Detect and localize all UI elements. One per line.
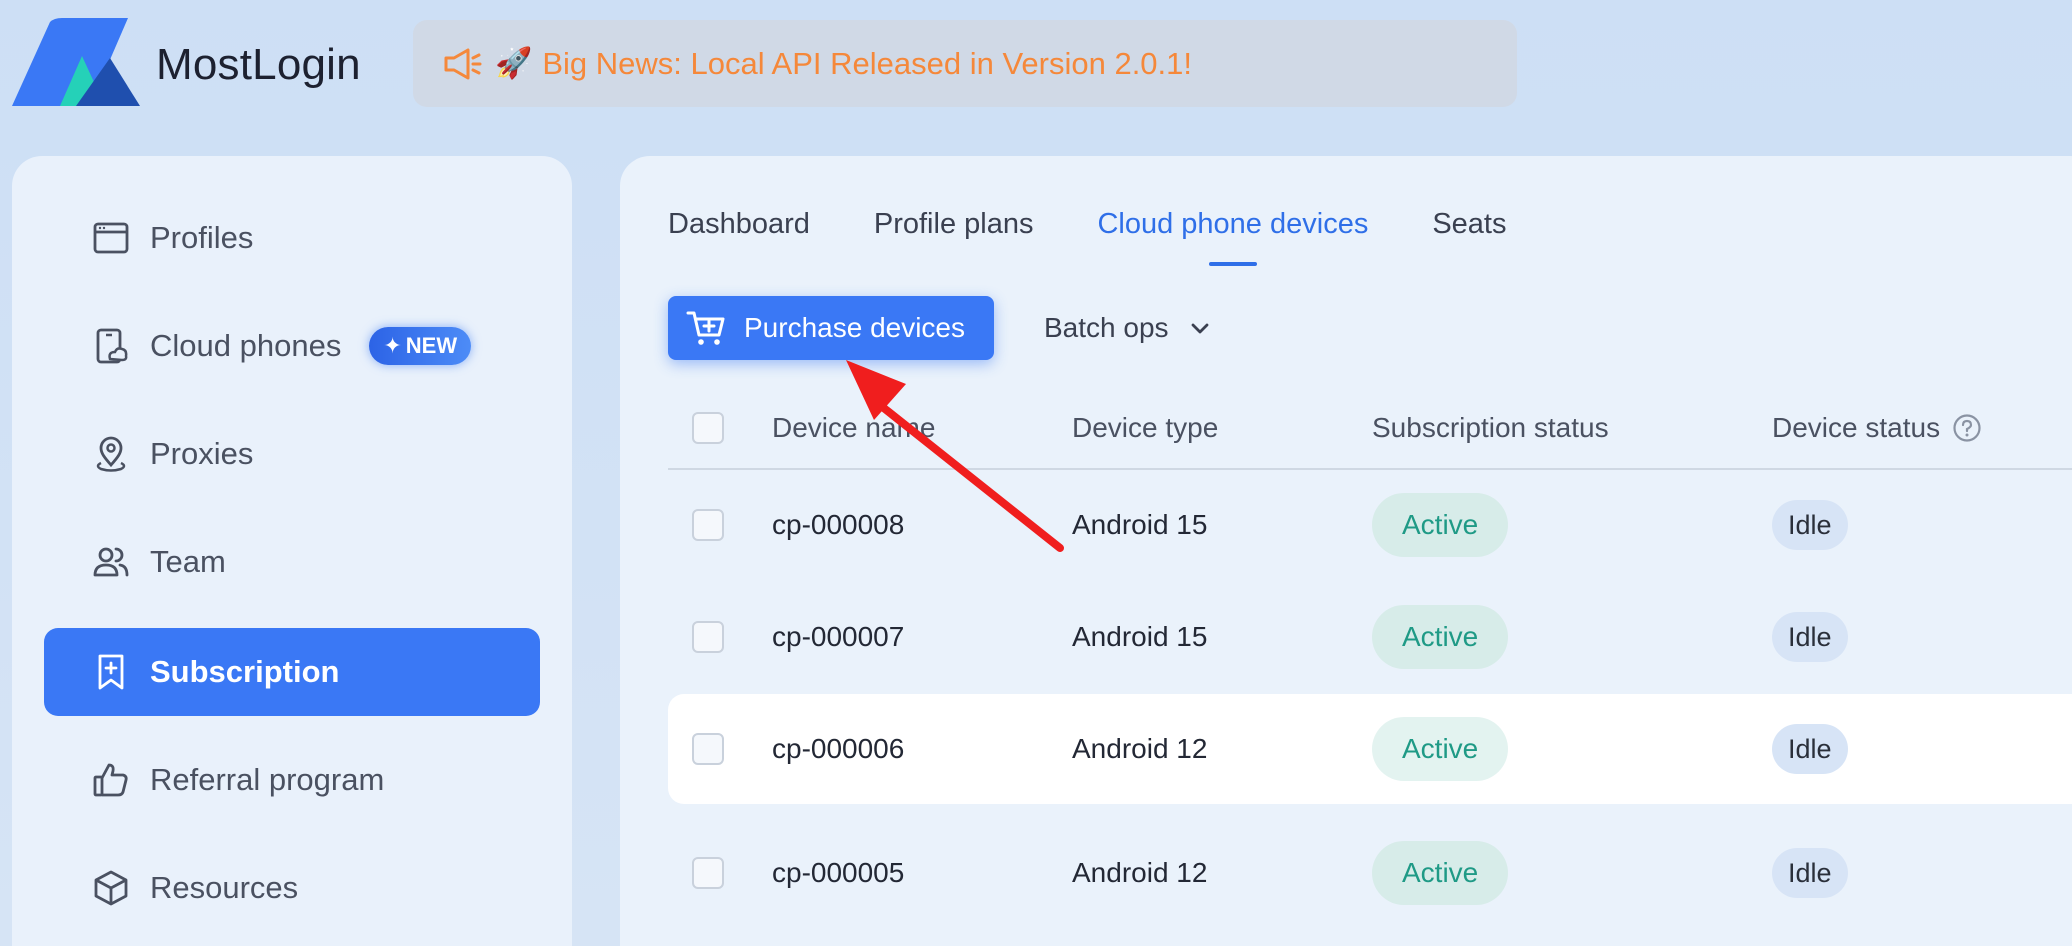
sidebar-item-resources[interactable]: Resources	[44, 844, 540, 932]
table-row[interactable]: cp-000006 Android 12 Active Idle	[668, 694, 2072, 804]
announcement-banner[interactable]: 🚀 Big News: Local API Released in Versio…	[413, 20, 1517, 107]
subscription-status-cell: Active	[1372, 818, 1509, 928]
row-select-cell	[692, 818, 724, 928]
sidebar-item-label: Profiles	[150, 220, 254, 255]
device-status-badge: Idle	[1772, 724, 1848, 774]
sidebar-item-label: Resources	[150, 870, 299, 905]
batch-ops-label: Batch ops	[1044, 312, 1169, 343]
device-status-cell: Idle	[1772, 470, 1848, 580]
status-badge: Active	[1372, 605, 1509, 669]
tab-bar: Dashboard Profile plans Cloud phone devi…	[668, 208, 1571, 258]
header-device-name[interactable]: Device name	[772, 388, 935, 468]
row-select-cell	[692, 582, 724, 692]
device-type-cell: Android 15	[1072, 509, 1208, 540]
main-panel: Dashboard Profile plans Cloud phone devi…	[620, 156, 2072, 946]
new-badge: ✦ NEW	[369, 327, 472, 365]
device-name-cell: cp-000005	[772, 857, 905, 888]
sidebar: Profiles Cloud phones ✦ NEW Proxies Team…	[12, 156, 572, 946]
mostlogin-logo-icon	[12, 18, 140, 106]
chevron-down-icon	[1191, 323, 1208, 334]
device-status-badge: Idle	[1772, 612, 1848, 662]
sidebar-item-subscription[interactable]: Subscription	[44, 628, 540, 716]
table-row[interactable]: cp-000007 Android 15 Active Idle	[668, 582, 2072, 692]
device-status-cell: Idle	[1772, 694, 1848, 804]
location-pin-icon	[96, 436, 126, 472]
table-row[interactable]: cp-000008 Android 15 Active Idle	[668, 470, 2072, 580]
sidebar-item-referral-program[interactable]: Referral program	[44, 736, 540, 824]
row-checkbox[interactable]	[692, 733, 724, 765]
row-checkbox[interactable]	[692, 509, 724, 541]
help-icon[interactable]	[1952, 413, 1982, 443]
status-badge: Active	[1372, 841, 1509, 905]
browser-window-icon	[93, 222, 129, 254]
device-status-badge: Idle	[1772, 500, 1848, 550]
header-subscription-status[interactable]: Subscription status	[1372, 388, 1609, 468]
sidebar-item-proxies[interactable]: Proxies	[44, 410, 540, 498]
tab-profile-plans[interactable]: Profile plans	[874, 208, 1034, 258]
cloud-phone-icon	[96, 328, 128, 364]
purchase-devices-label: Purchase devices	[744, 312, 966, 343]
subscription-status-cell: Active	[1372, 582, 1509, 692]
header-device-type[interactable]: Device type	[1072, 388, 1218, 468]
sidebar-item-label: Referral program	[150, 762, 385, 797]
status-badge: Active	[1372, 493, 1509, 557]
sidebar-item-team[interactable]: Team	[44, 518, 540, 606]
sidebar-item-cloud-phones[interactable]: Cloud phones ✦ NEW	[44, 302, 540, 390]
cart-plus-icon	[686, 311, 725, 345]
sidebar-item-label: Team	[150, 544, 226, 579]
sidebar-item-label: Proxies	[150, 436, 254, 471]
purchase-devices-button[interactable]: Purchase devices	[668, 296, 994, 360]
select-all-cell	[692, 388, 724, 468]
row-select-cell	[692, 470, 724, 580]
tab-seats[interactable]: Seats	[1432, 208, 1506, 258]
subscription-status-cell: Active	[1372, 470, 1509, 580]
bookmark-plus-icon	[98, 654, 124, 690]
table-row[interactable]: cp-000005 Android 12 Active Idle	[668, 818, 2072, 928]
select-all-checkbox[interactable]	[692, 412, 724, 444]
device-type-cell: Android 12	[1072, 733, 1208, 764]
row-checkbox[interactable]	[692, 621, 724, 653]
sidebar-item-label: Cloud phones	[150, 328, 342, 363]
thumbs-up-icon	[93, 763, 128, 797]
device-status-badge: Idle	[1772, 848, 1848, 898]
tab-dashboard[interactable]: Dashboard	[668, 208, 810, 258]
brand-name: MostLogin	[156, 40, 361, 89]
device-name-cell: cp-000007	[772, 621, 905, 652]
row-checkbox[interactable]	[692, 857, 724, 889]
banner-text: Big News: Local API Released in Version …	[542, 45, 1193, 81]
row-select-cell	[692, 694, 724, 804]
cube-icon	[94, 870, 128, 906]
sidebar-item-label: Subscription	[150, 654, 340, 689]
sidebar-item-profiles[interactable]: Profiles	[44, 194, 540, 282]
team-icon	[93, 547, 129, 577]
tab-cloud-phone-devices[interactable]: Cloud phone devices	[1097, 208, 1368, 258]
device-status-cell: Idle	[1772, 818, 1848, 928]
device-name-cell: cp-000008	[772, 509, 905, 540]
table-header: Device name Device type Subscription sta…	[668, 388, 2072, 470]
device-name-cell: cp-000006	[772, 733, 905, 764]
megaphone-icon	[444, 48, 482, 79]
rocket-icon: 🚀	[495, 47, 533, 80]
device-status-cell: Idle	[1772, 582, 1848, 692]
device-type-cell: Android 15	[1072, 621, 1208, 652]
sparkle-icon: ✦	[383, 333, 402, 358]
header-device-status-label: Device status	[1772, 412, 1941, 443]
device-type-cell: Android 12	[1072, 857, 1208, 888]
status-badge: Active	[1372, 717, 1509, 781]
app-root: MostLogin 🚀 Big News: Local API Released…	[0, 0, 2072, 946]
subscription-status-cell: Active	[1372, 694, 1509, 804]
batch-ops-dropdown[interactable]: Batch ops	[1044, 296, 1211, 360]
header-device-status[interactable]: Device status	[1772, 388, 1982, 468]
